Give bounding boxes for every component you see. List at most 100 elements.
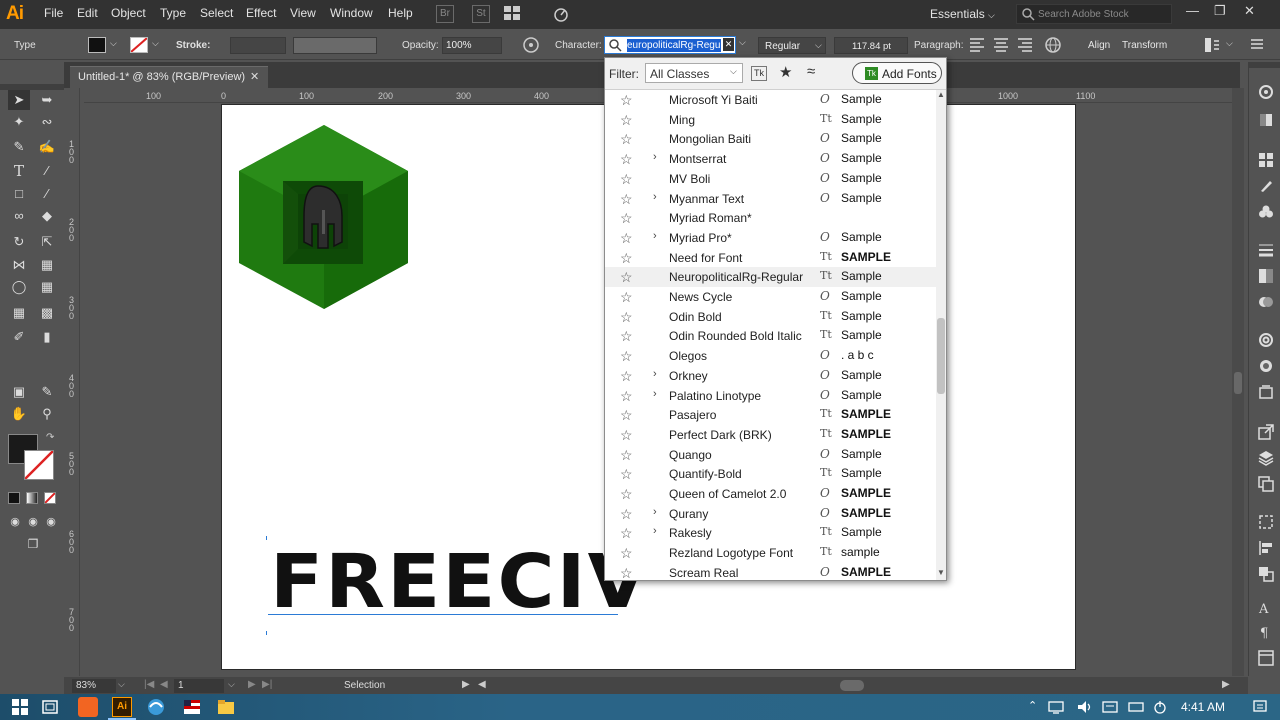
workspace-switcher[interactable]: Essentials ⌵	[930, 7, 995, 21]
type-tool-icon[interactable]: T	[8, 161, 30, 181]
windows-start-icon[interactable]	[10, 697, 30, 717]
stroke-weight-field[interactable]	[230, 37, 286, 54]
stroke-panel-icon[interactable]	[1258, 242, 1274, 258]
first-artboard-icon[interactable]: |◀	[144, 679, 154, 690]
opentype-icon[interactable]	[1258, 650, 1274, 666]
font-list-item[interactable]: ☆ › Qurany O SAMPLE	[605, 504, 937, 524]
font-list-item[interactable]: ☆ › Myanmar Text O Sample	[605, 189, 937, 209]
brushes-icon[interactable]	[1258, 178, 1274, 194]
font-family-dropdown[interactable]: Filter: All Classes ⌵ Tk ★ ≈ Tk Add Font…	[604, 57, 947, 581]
font-list-item[interactable]: ☆ › Orkney O Sample	[605, 366, 937, 386]
bridge-icon[interactable]: Br	[436, 5, 454, 23]
expand-chevron-icon[interactable]: ›	[653, 388, 657, 400]
menu-type[interactable]: Type	[160, 6, 186, 20]
font-list-item[interactable]: ☆ Odin Bold Tt Sample	[605, 307, 937, 327]
fill-swatch[interactable]	[88, 37, 106, 53]
isolate-icon[interactable]	[1204, 37, 1220, 53]
font-list-item[interactable]: ☆ Microsoft Yi Baiti O Sample	[605, 90, 937, 110]
taskbar-clock[interactable]: 4:41 AM	[1181, 700, 1225, 714]
font-size-field[interactable]: 117.84 pt	[834, 37, 908, 54]
favorite-star-icon[interactable]: ☆	[620, 131, 633, 148]
font-list-scrollbar[interactable]: ▲ ▼	[936, 90, 946, 580]
align-right-icon[interactable]	[1016, 36, 1034, 52]
transform-panel-icon[interactable]	[1258, 514, 1274, 530]
menu-file[interactable]: File	[44, 6, 63, 20]
color-mode-icon[interactable]	[8, 492, 20, 504]
graph-tool-icon[interactable]: ▮	[36, 327, 58, 347]
favorite-star-icon[interactable]: ☆	[620, 525, 633, 542]
paragraph-panel-icon[interactable]: ¶	[1258, 624, 1274, 640]
align-left-icon[interactable]	[968, 36, 986, 52]
draw-inside-icon[interactable]: ◉	[40, 512, 62, 532]
font-list-item[interactable]: ☆ Scream Real O SAMPLE	[605, 563, 937, 580]
font-list-item[interactable]: ☆ › Rakesly Tt Sample	[605, 523, 937, 543]
favorite-star-icon[interactable]: ☆	[620, 565, 633, 580]
menu-view[interactable]: View	[290, 6, 316, 20]
align-link[interactable]: Align	[1088, 40, 1110, 51]
artboards-icon[interactable]	[1258, 476, 1274, 492]
screen-mode-icon[interactable]: ❐	[22, 534, 44, 554]
prev-artboard-icon[interactable]: ◀	[160, 679, 168, 690]
favorite-star-icon[interactable]: ☆	[620, 230, 633, 247]
scroll-up-icon[interactable]: ▲	[937, 90, 945, 99]
mesh-tool-icon[interactable]: ▦	[8, 303, 30, 323]
gpu-performance-icon[interactable]	[552, 5, 570, 23]
power-icon[interactable]	[1152, 699, 1168, 715]
font-list-item[interactable]: ☆ Queen of Camelot 2.0 O SAMPLE	[605, 484, 937, 504]
font-list-item[interactable]: ☆ › Palatino Linotype O Sample	[605, 386, 937, 406]
favorite-star-icon[interactable]: ☆	[620, 427, 633, 444]
close-window-icon[interactable]: ✕	[1244, 3, 1255, 19]
next-artboard-icon[interactable]: ▶	[248, 679, 256, 690]
font-list-item[interactable]: ☆ Ming Tt Sample	[605, 110, 937, 130]
favorites-filter-icon[interactable]: ★	[779, 63, 792, 81]
font-list-item[interactable]: ☆ Quantify-Bold Tt Sample	[605, 464, 937, 484]
zoom-tool-icon[interactable]: ⚲	[36, 404, 58, 424]
scroll-down-icon[interactable]: ▼	[937, 568, 945, 577]
vertical-scrollbar[interactable]	[1232, 88, 1244, 676]
none-mode-icon[interactable]	[44, 492, 56, 504]
scroll-left-icon[interactable]: ◀	[478, 679, 486, 690]
menu-window[interactable]: Window	[330, 6, 373, 20]
favorite-star-icon[interactable]: ☆	[620, 407, 633, 424]
favorite-star-icon[interactable]: ☆	[620, 309, 633, 326]
favorite-star-icon[interactable]: ☆	[620, 112, 633, 129]
stroke-color-swatch[interactable]	[24, 450, 54, 480]
align-center-icon[interactable]	[992, 36, 1010, 52]
stock-icon[interactable]: St	[472, 5, 490, 23]
magic-wand-tool-icon[interactable]: ✦	[8, 112, 30, 132]
flag-app-icon[interactable]	[182, 697, 202, 717]
paintbrush-tool-icon[interactable]: ∕	[36, 184, 58, 204]
free-transform-tool-icon[interactable]: ▦	[36, 255, 58, 275]
restore-icon[interactable]: ❐	[1214, 3, 1226, 19]
minimize-icon[interactable]: —	[1186, 3, 1199, 18]
chevron-down-icon[interactable]: ⌵	[118, 679, 125, 690]
font-list-item[interactable]: ☆ Need for Font Tt SAMPLE	[605, 248, 937, 268]
stroke-swatch[interactable]	[130, 37, 148, 53]
clear-icon[interactable]: ✕	[723, 38, 734, 51]
close-tab-icon[interactable]: ✕	[250, 70, 259, 83]
chevron-down-icon[interactable]: ⌵	[110, 38, 117, 49]
browser-icon[interactable]	[146, 697, 166, 717]
favorite-star-icon[interactable]: ☆	[620, 348, 633, 365]
language-icon[interactable]	[1102, 699, 1118, 715]
swatches-icon[interactable]	[1258, 152, 1274, 168]
favorite-star-icon[interactable]: ☆	[620, 250, 633, 267]
font-list-item[interactable]: ☆ Pasajero Tt SAMPLE	[605, 405, 937, 425]
color-guide-icon[interactable]	[1258, 112, 1274, 128]
line-tool-icon[interactable]: ⁄	[36, 161, 58, 181]
scroll-thumb[interactable]	[1234, 372, 1242, 394]
favorite-star-icon[interactable]: ☆	[620, 486, 633, 503]
panel-menu-icon[interactable]	[1250, 37, 1264, 51]
chevron-down-icon[interactable]: ⌵	[739, 37, 753, 54]
font-list-item[interactable]: ☆ Olegos O . a b c	[605, 346, 937, 366]
font-list-item[interactable]: ☆ Quango O Sample	[605, 445, 937, 465]
vertical-ruler[interactable]: 1 0 0 2 0 0 3 0 0 4 0 0 5 0 0 6 0 0 7 0 …	[64, 88, 80, 676]
favorite-star-icon[interactable]: ☆	[620, 269, 633, 286]
expand-chevron-icon[interactable]: ›	[653, 368, 657, 380]
hexagon-cube-logo[interactable]	[238, 124, 410, 310]
favorite-star-icon[interactable]: ☆	[620, 191, 633, 208]
gradient-mode-icon[interactable]	[26, 492, 38, 504]
width-tool-icon[interactable]: ⋈	[8, 255, 30, 275]
expand-chevron-icon[interactable]: ›	[653, 525, 657, 537]
arrange-documents-icon[interactable]	[503, 5, 521, 23]
